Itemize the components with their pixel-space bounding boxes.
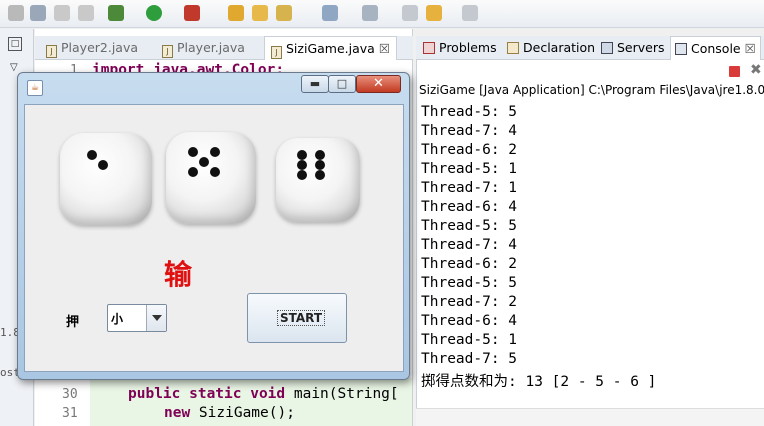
- tab-sizigame[interactable]: J SiziGame.java ☒: [264, 36, 398, 60]
- console-line: Thread-6: 4: [421, 313, 518, 329]
- console-line: Thread-5: 5: [421, 218, 518, 234]
- code-line: public static void main(String[: [128, 386, 399, 402]
- chevron-down-icon[interactable]: ▽: [10, 62, 18, 73]
- die-pip: [315, 170, 326, 181]
- bet-label: 押: [66, 315, 80, 330]
- toolbar-icon-4[interactable]: [78, 5, 94, 21]
- die-pip: [98, 160, 109, 171]
- start-button-label: START: [277, 310, 326, 326]
- external-tools-icon[interactable]: [184, 5, 200, 21]
- die-pip: [87, 150, 98, 161]
- tab-declaration[interactable]: Declaration: [503, 36, 599, 60]
- java-file-icon: J: [162, 45, 173, 58]
- console-line: Thread-6: 2: [421, 142, 518, 158]
- die-pip: [315, 160, 326, 171]
- tab-problems[interactable]: Problems: [419, 36, 501, 60]
- run-icon[interactable]: [146, 5, 162, 21]
- console-line: Thread-5: 1: [421, 161, 518, 177]
- new-project-icon[interactable]: [228, 5, 244, 21]
- tab-player2[interactable]: J Player2.java: [40, 36, 144, 60]
- die-pip: [209, 146, 220, 157]
- eclipse-toolbar: [0, 0, 764, 28]
- code-line: new SiziGame();: [164, 405, 295, 421]
- pen-icon[interactable]: [276, 5, 292, 21]
- console-line: Thread-7: 1: [421, 180, 518, 196]
- back-icon[interactable]: [426, 5, 442, 21]
- bet-select-value: 小: [111, 312, 124, 326]
- console-icon: [675, 43, 687, 55]
- forward-icon[interactable]: [462, 5, 478, 21]
- next-annotation-icon[interactable]: [322, 5, 338, 21]
- maximize-button[interactable]: □: [328, 75, 356, 93]
- tab-close-icon[interactable]: ☒: [379, 41, 390, 56]
- console-line: Thread-5: 1: [421, 332, 518, 348]
- minimize-view-icon[interactable]: □: [8, 37, 22, 51]
- debug-icon[interactable]: [108, 5, 124, 21]
- java-file-icon: J: [271, 46, 282, 59]
- console-line: Thread-5: 5: [421, 104, 518, 120]
- die-2: [166, 132, 256, 224]
- console-line: Thread-7: 4: [421, 237, 518, 253]
- tab-console[interactable]: Console ☒: [670, 36, 761, 60]
- result-label: 输: [164, 258, 193, 291]
- minimize-button[interactable]: ▬: [301, 75, 329, 93]
- die-pip: [188, 167, 198, 178]
- terminate-icon[interactable]: [729, 66, 740, 77]
- console-line: Thread-6: 2: [421, 256, 518, 272]
- die-pip: [297, 150, 308, 161]
- die-pip: [297, 160, 308, 171]
- toolbar-icon-3[interactable]: [54, 5, 70, 21]
- console-line: Thread-6: 4: [421, 199, 518, 215]
- die-pip: [209, 167, 220, 178]
- die-pip: [198, 156, 209, 167]
- toolbar-icon-2[interactable]: [30, 5, 46, 21]
- console-line: Thread-7: 4: [421, 123, 518, 139]
- console-line: 掷得点数和为: 13 [2 - 5 - 6 ]: [421, 374, 657, 390]
- console-line: Thread-5: 5: [421, 275, 518, 291]
- line-number: 31: [62, 406, 78, 421]
- chevron-down-icon[interactable]: [146, 305, 166, 331]
- close-button[interactable]: ✕: [356, 75, 401, 93]
- die-pip: [315, 150, 326, 161]
- tab-player[interactable]: J Player.java: [156, 36, 251, 60]
- back-disabled-icon[interactable]: [402, 5, 418, 21]
- die-3: [276, 138, 360, 222]
- prev-annotation-icon[interactable]: [362, 5, 378, 21]
- problems-icon: [423, 42, 435, 54]
- declaration-icon: [507, 42, 519, 54]
- horizontal-scrollbar[interactable]: [416, 408, 764, 426]
- remove-launch-icon[interactable]: ✖: [750, 62, 762, 78]
- open-folder-icon[interactable]: [252, 5, 268, 21]
- die-pip: [297, 170, 308, 181]
- java-app-icon[interactable]: ☕: [27, 80, 43, 96]
- console-header: SiziGame [Java Application] C:\Program F…: [419, 83, 764, 97]
- die-pip: [188, 146, 198, 157]
- java-file-icon: J: [46, 45, 57, 58]
- console-line: Thread-7: 2: [421, 294, 518, 310]
- tab-servers[interactable]: Servers: [597, 36, 669, 60]
- tab-close-icon[interactable]: ☒: [745, 41, 756, 56]
- toolbar-icon-1[interactable]: [8, 5, 24, 21]
- line-number: 30: [62, 387, 78, 402]
- die-1: [60, 133, 152, 225]
- console-line: Thread-7: 5: [421, 351, 518, 367]
- servers-icon: [601, 42, 613, 54]
